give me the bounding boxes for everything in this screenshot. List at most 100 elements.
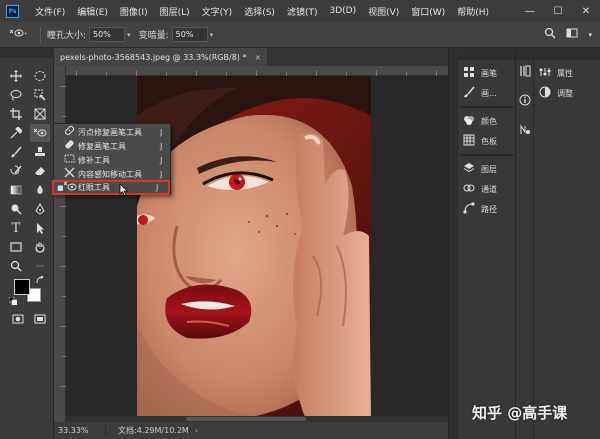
panel-brush-label: 画笔 xyxy=(481,68,497,78)
marquee-tool-icon[interactable] xyxy=(30,67,50,85)
panel-swatches[interactable]: 色板 xyxy=(462,132,497,150)
pupil-size-field[interactable]: 50% xyxy=(89,27,126,42)
darken-amount-field[interactable]: 50% xyxy=(171,27,208,42)
flyout-item-red-eye[interactable]: ■ 红眼工具 J xyxy=(52,180,170,195)
menu-file[interactable]: 文件(F) xyxy=(29,5,71,18)
menu-window[interactable]: 窗口(W) xyxy=(405,5,451,18)
panel-brush[interactable]: 画笔 xyxy=(462,64,497,82)
panel-color[interactable]: 颜色 xyxy=(462,112,497,130)
default-colors-icon[interactable] xyxy=(8,296,18,306)
crop-tool-icon[interactable] xyxy=(6,105,26,123)
scrollbar-thumb[interactable] xyxy=(186,417,306,421)
panel-layers[interactable]: 图层 xyxy=(462,160,497,178)
red-eye-tool-icon[interactable] xyxy=(30,124,50,142)
document-tab[interactable]: pexels-photo-3568543.jpeg @ 33.3%(RGB/8)… xyxy=(54,48,268,66)
hand-tool-icon[interactable] xyxy=(30,238,50,256)
pen-tool-icon[interactable] xyxy=(30,200,50,218)
gradient-tool-icon[interactable] xyxy=(6,181,26,199)
brush-tool-icon[interactable] xyxy=(6,143,26,161)
panel-collapse-strip[interactable] xyxy=(448,48,458,439)
minimize-button[interactable]: — xyxy=(516,0,544,22)
menu-edit[interactable]: 编辑(E) xyxy=(71,5,114,18)
document-photo[interactable] xyxy=(137,76,371,422)
selected-tool-mark-icon: ■ xyxy=(57,183,64,192)
menu-select[interactable]: 选择(S) xyxy=(238,5,281,18)
menu-image[interactable]: 图像(I) xyxy=(114,5,154,18)
red-eye-icon xyxy=(9,29,27,37)
options-bar: 瞳孔大小: 50% ▾ 变暗量: 50% ▾ ▾ xyxy=(0,22,600,48)
clone-stamp-tool-icon[interactable] xyxy=(30,143,50,161)
flyout-item-healing-brush[interactable]: 修复画笔工具 J xyxy=(54,139,172,153)
tool-preset-picker[interactable] xyxy=(8,27,34,42)
vertical-ruler[interactable] xyxy=(54,66,66,422)
panel-channels-label: 通道 xyxy=(481,184,497,194)
more-tools-icon[interactable]: ··· xyxy=(30,257,50,275)
eyedropper-tool-icon[interactable] xyxy=(6,124,26,142)
history-panel-icon[interactable] xyxy=(519,64,531,80)
horizontal-ruler[interactable] xyxy=(66,66,448,76)
character-panel-icon[interactable] xyxy=(519,124,531,136)
panel-channels[interactable]: 通道 xyxy=(462,180,497,198)
swap-colors-icon[interactable] xyxy=(36,275,44,284)
layers-panel-icon xyxy=(462,162,476,177)
spot-healing-icon xyxy=(64,125,78,139)
zoom-level[interactable]: 33.33% xyxy=(54,426,106,435)
type-tool-icon[interactable]: T xyxy=(6,219,26,237)
eraser-tool-icon[interactable] xyxy=(30,162,50,180)
adjustments-panel-icon xyxy=(538,86,552,101)
panel-dock-header[interactable] xyxy=(516,48,600,60)
paths-panel-icon xyxy=(462,202,476,217)
panel-brush-settings[interactable]: 画... xyxy=(462,84,497,102)
path-select-tool-icon[interactable] xyxy=(30,219,50,237)
frame-tool-icon[interactable] xyxy=(30,105,50,123)
quick-select-tool-icon[interactable] xyxy=(30,86,50,104)
darken-amount-dropdown-icon[interactable]: ▾ xyxy=(210,31,214,39)
flyout-item-label: 红眼工具 xyxy=(78,183,110,192)
panel-paths[interactable]: 路径 xyxy=(462,200,497,218)
menu-help[interactable]: 帮助(H) xyxy=(451,5,495,18)
foreground-color-swatch[interactable] xyxy=(14,279,30,295)
menu-view[interactable]: 视图(V) xyxy=(362,5,405,18)
info-panel-icon[interactable] xyxy=(519,94,531,106)
move-tool-icon[interactable] xyxy=(6,67,26,85)
toolbar-header xyxy=(0,48,54,58)
shortcut-key: J xyxy=(160,127,163,137)
panel-dock-header[interactable] xyxy=(458,48,515,60)
menu-type[interactable]: 文字(Y) xyxy=(196,5,239,18)
status-menu-arrow[interactable]: › xyxy=(195,426,198,435)
document-tab-bar: pexels-photo-3568543.jpeg @ 33.3%(RGB/8)… xyxy=(54,48,448,66)
rectangle-tool-icon[interactable] xyxy=(6,238,26,256)
options-divider xyxy=(40,26,41,43)
flyout-item-spot-healing[interactable]: 污点修复画笔工具 J xyxy=(54,125,172,139)
menu-filter[interactable]: 滤镜(T) xyxy=(281,5,324,18)
quick-mask-icon[interactable] xyxy=(8,310,28,328)
lasso-tool-icon[interactable] xyxy=(6,86,26,104)
panel-separator xyxy=(460,106,514,108)
menu-layer[interactable]: 图层(L) xyxy=(154,5,196,18)
mouse-cursor-icon xyxy=(119,184,129,196)
properties-panel-icon xyxy=(538,66,552,81)
screen-mode-icon[interactable] xyxy=(30,310,50,328)
workspace-dropdown-icon[interactable]: ▾ xyxy=(588,31,592,39)
panel-separator xyxy=(460,154,514,156)
close-button[interactable]: ✕ xyxy=(572,0,600,22)
patch-icon xyxy=(64,153,78,167)
menu-3d[interactable]: 3D(D) xyxy=(323,6,362,16)
panel-properties[interactable]: 属性 xyxy=(538,64,573,82)
workspace-icon[interactable] xyxy=(566,27,578,42)
flyout-item-label: 污点修复画笔工具 xyxy=(78,127,142,137)
maximize-button[interactable]: ☐ xyxy=(544,0,572,22)
dodge-tool-icon[interactable] xyxy=(6,200,26,218)
content-aware-move-icon xyxy=(64,167,78,181)
blur-tool-icon[interactable] xyxy=(30,181,50,199)
shortcut-key: J xyxy=(160,169,163,179)
pupil-size-dropdown-icon[interactable]: ▾ xyxy=(127,31,131,39)
search-icon[interactable] xyxy=(544,27,556,42)
panel-adjustments[interactable]: 调整 xyxy=(538,84,573,102)
close-tab-icon[interactable]: × xyxy=(254,53,261,62)
zoom-tool-icon[interactable] xyxy=(6,257,26,275)
flyout-item-content-aware-move[interactable]: 内容感知移动工具 J xyxy=(54,167,172,181)
panel-properties-label: 属性 xyxy=(557,68,573,78)
history-brush-tool-icon[interactable] xyxy=(6,162,26,180)
flyout-item-patch[interactable]: 修补工具 J xyxy=(54,153,172,167)
